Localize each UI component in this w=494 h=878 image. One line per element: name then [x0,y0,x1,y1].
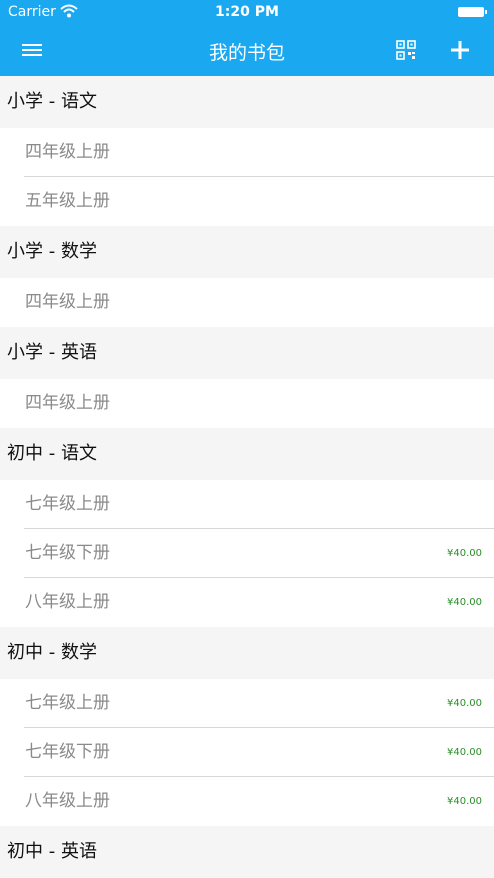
list-item-label: 八年级上册 [25,592,110,612]
list-item-label: 四年级上册 [25,292,110,312]
price-label: ¥40.00 [447,747,482,758]
price-label: ¥40.00 [447,796,482,807]
list-item-label: 四年级上册 [25,393,110,413]
status-bar: Carrier 1:20 PM [0,0,494,26]
list-item-label: 七年级下册 [25,742,110,762]
list-item[interactable]: 四年级上册 [0,379,494,428]
list-item[interactable]: 七年级上册 [0,480,494,529]
price-label: ¥40.00 [447,698,482,709]
page-title: 我的书包 [208,42,285,64]
list-item-label: 五年级上册 [25,191,110,211]
add-icon[interactable] [448,38,472,62]
section-header: 初中 - 语文 [0,428,494,480]
list-item[interactable]: 四年级上册 [0,278,494,327]
list-item[interactable]: 七年级上册 ¥40.00 [0,679,494,728]
list-item[interactable]: 八年级上册 ¥40.00 [0,578,494,627]
list-item-label: 八年级上册 [25,791,110,811]
list-item-label: 七年级下册 [25,543,110,563]
list-item[interactable]: 五年级上册 [0,177,494,226]
book-list: 小学 - 语文 四年级上册 五年级上册 小学 - 数学 四年级上册 小学 - 英语 四年级上… [0,76,494,878]
list-item-label: 七年级上册 [25,693,110,713]
section-header: 小学 - 语文 [0,76,494,128]
section-header: 小学 - 英语 [0,327,494,379]
list-item[interactable]: 四年级上册 [0,128,494,177]
qr-scan-icon[interactable] [396,40,416,60]
price-label: ¥40.00 [447,597,482,608]
list-item[interactable]: 八年级上册 ¥40.00 [0,777,494,826]
nav-bar: 我的书包 [0,26,494,76]
status-time: 1:20 PM [215,4,279,20]
list-item[interactable]: 七年级下册 ¥40.00 [0,529,494,578]
battery-icon [458,7,487,17]
price-label: ¥40.00 [447,548,482,559]
list-item-label: 七年级上册 [25,494,110,514]
section-header: 初中 - 英语 [0,826,494,878]
section-header: 小学 - 数学 [0,226,494,278]
list-item[interactable]: 七年级下册 ¥40.00 [0,728,494,777]
section-header: 初中 - 数学 [0,627,494,679]
list-item-label: 四年级上册 [25,142,110,162]
